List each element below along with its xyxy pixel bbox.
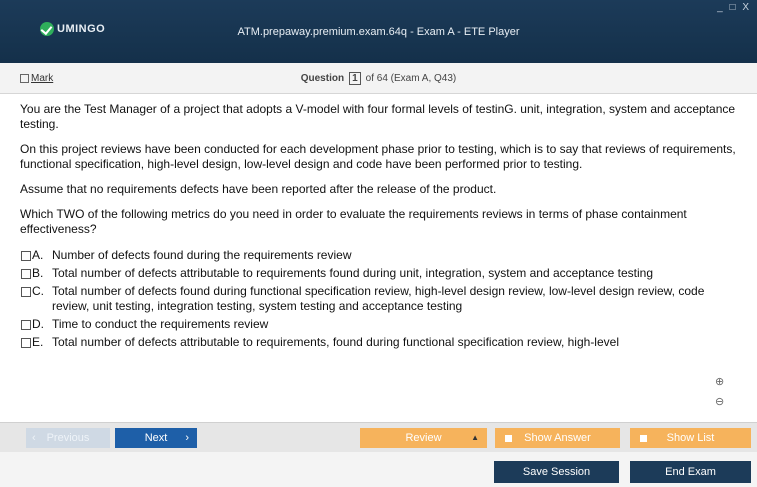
option-letter: E. (32, 335, 44, 349)
previous-button[interactable]: ‹ Previous (26, 428, 110, 448)
show-answer-label: Show Answer (524, 432, 591, 444)
zoom-out-icon[interactable]: ⊖ (715, 395, 724, 408)
previous-label: Previous (46, 432, 90, 444)
zoom-in-icon[interactable]: ⊕ (715, 375, 724, 388)
option-a[interactable]: A. Number of defects found during the req… (20, 248, 736, 263)
checkbox-icon (505, 435, 512, 442)
chevron-left-icon: ‹ (32, 432, 36, 444)
show-list-button[interactable]: Show List (630, 428, 751, 448)
question-label: Question (300, 73, 345, 84)
checkbox-icon[interactable] (21, 320, 31, 330)
review-button[interactable]: Review ▲ (360, 428, 487, 448)
question-paragraph: Which TWO of the following metrics do yo… (20, 207, 687, 236)
option-letter: C. (32, 284, 44, 298)
question-content: You are the Test Manager of a project th… (20, 93, 736, 417)
option-letter: A. (32, 248, 44, 262)
option-c[interactable]: C. Total number of defects found during f… (20, 284, 736, 314)
chevron-right-icon: › (185, 432, 189, 444)
save-session-button[interactable]: Save Session (494, 461, 619, 483)
show-list-label: Show List (666, 432, 715, 444)
checkbox-icon (640, 435, 647, 442)
question-paragraph: On this project reviews have been conduc… (20, 142, 736, 171)
option-text: Total number of defects found during fun… (52, 284, 705, 313)
option-text: Total number of defects attributable to … (52, 266, 654, 280)
question-bar: Mark Question 1 of 64 (Exam A, Q43) (0, 63, 757, 94)
window-controls[interactable]: _ □ X (717, 2, 751, 13)
question-paragraph: You are the Test Manager of a project th… (20, 102, 736, 131)
question-counter: Question 1 of 64 (Exam A, Q43) (0, 72, 757, 85)
caret-up-icon: ▲ (471, 433, 479, 442)
next-label: Next (144, 432, 168, 444)
show-answer-button[interactable]: Show Answer (495, 428, 620, 448)
option-letter: D. (32, 317, 44, 331)
option-e[interactable]: E. Total number of defects attributable t… (20, 335, 736, 350)
option-b[interactable]: B. Total number of defects attributable t… (20, 266, 736, 281)
checkbox-icon[interactable] (21, 269, 31, 279)
question-paragraph: Assume that no requirements defects have… (20, 182, 497, 196)
checkbox-icon[interactable] (21, 251, 31, 261)
option-text: Total number of defects attributable to … (52, 335, 619, 349)
next-button[interactable]: Next › (115, 428, 197, 448)
option-letter: B. (32, 266, 44, 280)
question-total: of 64 (Exam A, Q43) (365, 73, 457, 84)
checkbox-icon[interactable] (21, 338, 31, 348)
option-text: Number of defects found during the requi… (52, 248, 352, 262)
option-text: Time to conduct the requirements review (52, 317, 269, 331)
bottom-bar: Save Session End Exam (0, 452, 757, 487)
review-label: Review (405, 432, 442, 444)
nav-toolbar: ‹ Previous Next › Review ▲ Show Answer Show… (0, 422, 757, 453)
option-d[interactable]: D. Time to conduct the requirements revie… (20, 317, 736, 332)
end-exam-button[interactable]: End Exam (630, 461, 751, 483)
question-number-input[interactable]: 1 (348, 72, 361, 85)
answer-options: A. Number of defects found during the req… (20, 248, 736, 350)
title-bar: UMINGO ATM.prepaway.premium.exam.64q - E… (0, 0, 757, 63)
window-title: ATM.prepaway.premium.exam.64q - Exam A -… (237, 26, 520, 38)
checkbox-icon[interactable] (21, 287, 31, 297)
